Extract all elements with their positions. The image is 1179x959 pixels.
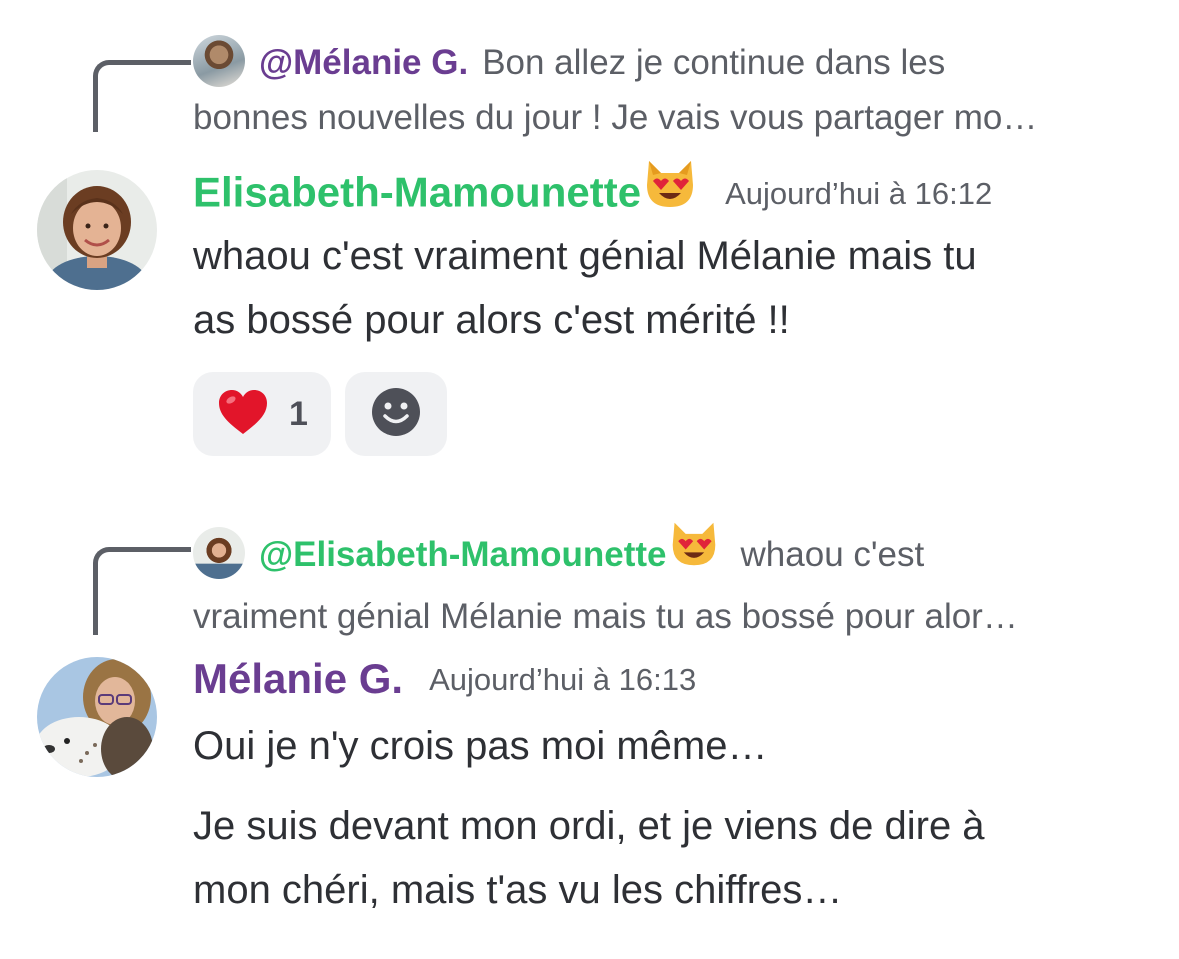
message-paragraph: Oui je n'y crois pas moi même… <box>193 714 1153 778</box>
replied-user-avatar <box>193 527 245 579</box>
melanie-avatar-image <box>37 657 157 777</box>
message-text-line: Je suis devant mon ordi, et je viens de … <box>193 804 985 848</box>
reply-mention[interactable]: @Elisabeth-Mamounette <box>259 522 721 575</box>
reply-mention-text: @Elisabeth-Mamounette <box>259 535 667 575</box>
message-text-line: Oui je n'y crois pas moi même… <box>193 724 768 768</box>
reply-excerpt: whaou c'est <box>740 535 925 575</box>
reply-preview[interactable]: @Elisabeth-Mamounette whaou c'est vraime… <box>193 522 1153 644</box>
message-paragraph: Je suis devant mon ordi, et je viens de … <box>193 794 1153 922</box>
reply-excerpt-continued: vraiment génial Mélanie mais tu as bossé… <box>193 597 1018 636</box>
message-timestamp: Aujourd’hui à 16:13 <box>429 661 697 697</box>
message-text-line: mon chéri, mais t'as vu les chiffres… <box>193 868 843 912</box>
smiling-cat-heart-eyes-emoji <box>667 519 721 585</box>
avatar[interactable] <box>37 657 157 777</box>
author-name-text: Mélanie G. <box>193 655 404 702</box>
message-melanie: @Elisabeth-Mamounette whaou c'est vraime… <box>0 0 1179 959</box>
author-name[interactable]: Mélanie G. Aujourd’hui à 16:13 <box>193 652 696 709</box>
reply-connector <box>93 547 191 635</box>
